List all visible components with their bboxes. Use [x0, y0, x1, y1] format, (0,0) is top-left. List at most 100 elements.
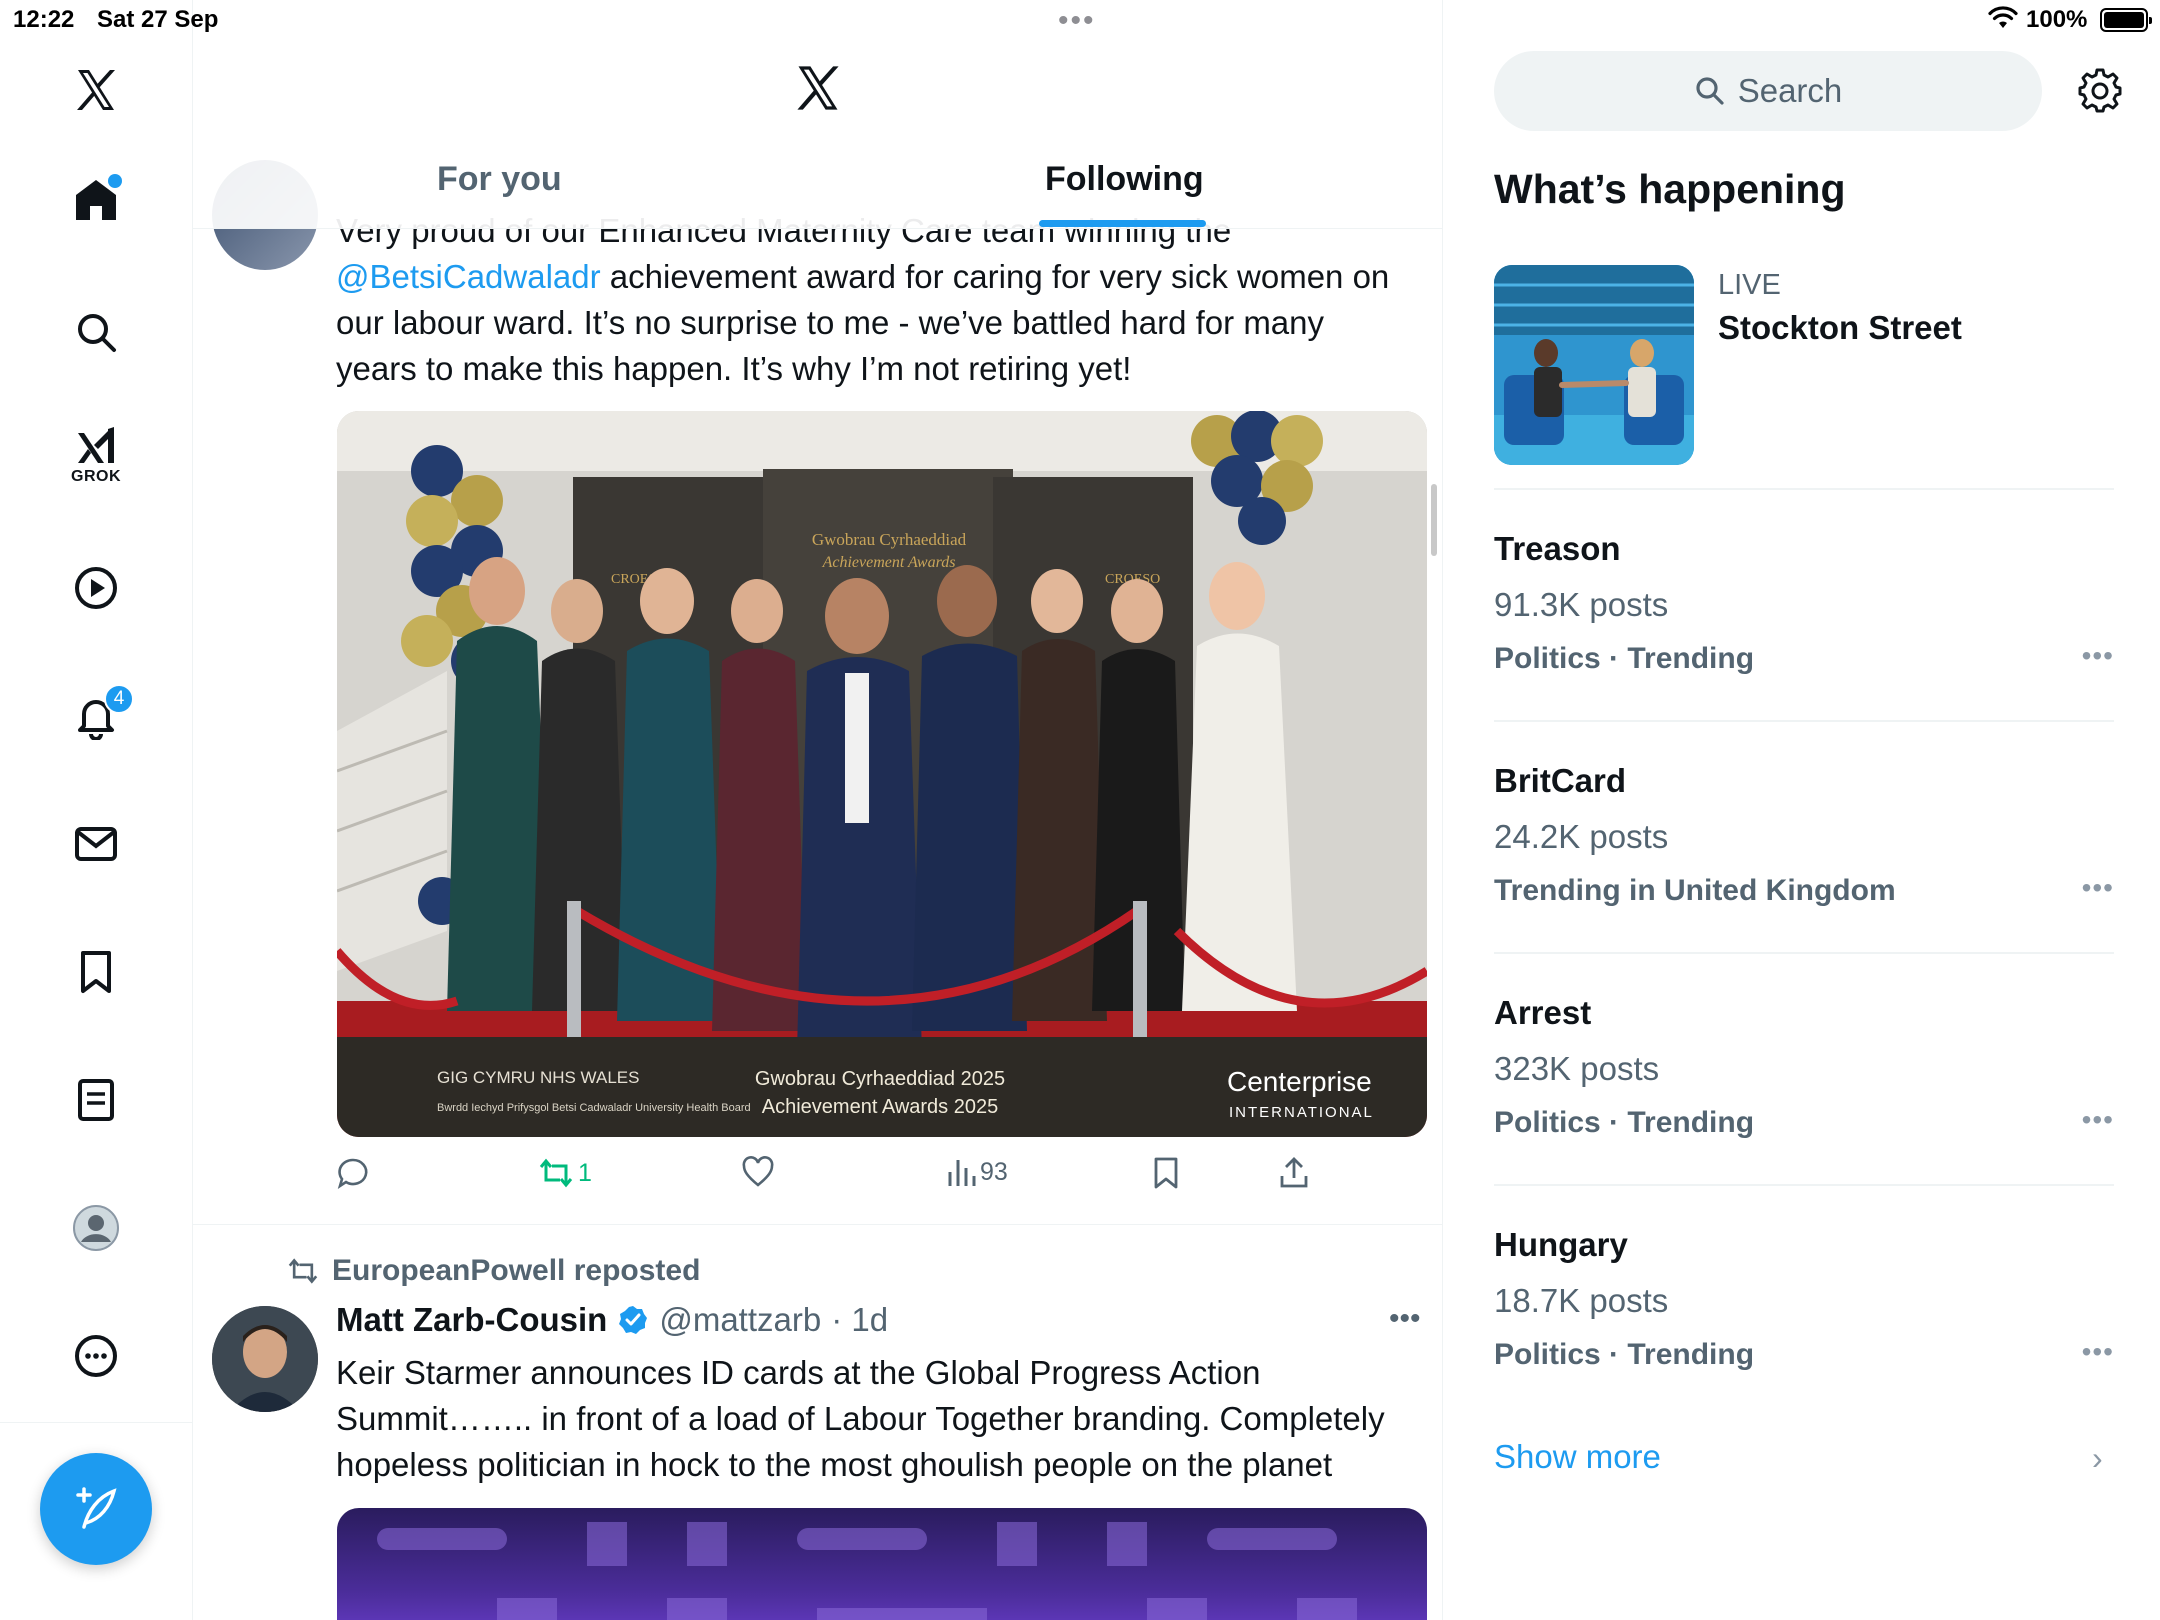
- settings-gear-icon[interactable]: [2076, 66, 2124, 114]
- verified-badge-icon: [619, 1306, 648, 1334]
- post-text-line: Keir Starmer announces ID cards at the G…: [336, 1354, 1261, 1391]
- live-event-card[interactable]: LIVE Stockton Street: [1494, 265, 2144, 465]
- messages-icon[interactable]: [56, 804, 136, 884]
- live-event-thumbnail: [1494, 265, 1694, 465]
- repost-icon: [288, 1258, 318, 1284]
- post-more-icon[interactable]: •••: [1389, 1302, 1421, 1336]
- post-text-line: Summit…….. in front of a load of Labour …: [336, 1400, 1385, 1437]
- reply-icon: [337, 1158, 368, 1190]
- trend-item[interactable]: BritCard 24.2K posts Trending in United …: [1494, 762, 2114, 952]
- heart-icon: [742, 1156, 774, 1187]
- trend-divider: [1494, 720, 2114, 722]
- whats-happening-heading: What’s happening: [1494, 166, 1846, 212]
- trend-more-icon[interactable]: •••: [2082, 1336, 2114, 1368]
- more-options-icon[interactable]: [56, 1316, 136, 1396]
- live-event-name: Stockton Street: [1718, 309, 1962, 346]
- post-author-line: Matt Zarb-Cousin @mattzarb · 1d: [336, 1301, 888, 1339]
- trend-item[interactable]: Treason 91.3K posts Politics · Trending …: [1494, 530, 2114, 720]
- mention-link[interactable]: @BetsiCadwaladr: [336, 258, 601, 295]
- battery-icon: [2100, 8, 2152, 32]
- reposted-by-label: EuropeanPowell reposted: [332, 1254, 701, 1287]
- author-name[interactable]: Matt Zarb-Cousin: [336, 1301, 607, 1339]
- post-actions: 1 93: [193, 1156, 1442, 1200]
- repost-indicator[interactable]: EuropeanPowell reposted: [286, 1254, 700, 1288]
- trend-context: Politics · Trending: [1494, 642, 1755, 675]
- post-divider: [193, 1224, 1442, 1225]
- x-logo-icon[interactable]: [56, 50, 136, 130]
- trend-item[interactable]: Arrest 323K posts Politics · Trending ••…: [1494, 994, 2114, 1184]
- bookmark-button[interactable]: [1151, 1156, 1181, 1190]
- tab-for-you[interactable]: For you: [437, 160, 562, 199]
- search-input[interactable]: Search: [1494, 51, 2042, 131]
- trend-name: Treason: [1494, 530, 1621, 567]
- trend-post-count: 91.3K posts: [1494, 586, 1669, 623]
- x-header-logo-icon[interactable]: [791, 62, 845, 114]
- bookmark-icon: [1154, 1157, 1178, 1189]
- show-more-link[interactable]: Show more: [1494, 1438, 1661, 1476]
- trend-context: Politics · Trending: [1494, 1338, 1755, 1371]
- trend-item[interactable]: Hungary 18.7K posts Politics · Trending …: [1494, 1226, 2114, 1416]
- trend-divider: [1494, 952, 2114, 954]
- scroll-indicator[interactable]: [1431, 484, 1437, 556]
- retweet-count: 1: [578, 1158, 592, 1187]
- trend-context: Trending in United Kingdom: [1494, 874, 1896, 907]
- banner-title: Gwobrau Cyrhaeddiad: [812, 530, 967, 549]
- trend-more-icon[interactable]: •••: [2082, 872, 2114, 904]
- grok-icon: [78, 427, 114, 463]
- trend-name: Hungary: [1494, 1226, 1628, 1263]
- share-button[interactable]: [1278, 1156, 1310, 1190]
- trend-post-count: 24.2K posts: [1494, 818, 1669, 855]
- views-button[interactable]: 93: [946, 1156, 1008, 1188]
- wifi-icon: [1988, 6, 2018, 28]
- post-author-avatar[interactable]: [212, 1306, 318, 1412]
- post-text-line: hopeless politician in hock to the most …: [336, 1446, 1333, 1483]
- trend-name: Arrest: [1494, 994, 1592, 1031]
- trend-more-icon[interactable]: •••: [2082, 1104, 2114, 1136]
- compose-post-button[interactable]: [40, 1453, 152, 1565]
- footer-sponsor: Centerprise: [1227, 1066, 1372, 1097]
- retweet-icon: [539, 1158, 573, 1188]
- status-time: 12:22: [13, 6, 75, 33]
- post-text-line: our labour ward. It’s no surprise to me …: [336, 304, 1325, 341]
- lists-icon[interactable]: [56, 1060, 136, 1140]
- like-button[interactable]: [741, 1156, 775, 1188]
- right-sidebar: Search What’s happening LIVE Stockton St…: [1444, 0, 2160, 1620]
- trend-divider: [1494, 488, 2114, 490]
- profile-avatar-icon[interactable]: [56, 1188, 136, 1268]
- footer-awards-line2: Achievement Awards 2025: [762, 1096, 998, 1118]
- status-date: Sat 27 Sep: [97, 6, 219, 33]
- grok-label: GROK: [71, 468, 121, 485]
- grok-nav-item[interactable]: GROK: [56, 418, 136, 498]
- post-text-line: years to make this happen. It’s why I’m …: [336, 350, 1132, 387]
- multitasking-dots-icon[interactable]: •••: [1058, 4, 1096, 38]
- trend-divider: [1494, 1184, 2114, 1186]
- views-icon: [948, 1160, 976, 1186]
- trend-context: Politics · Trending: [1494, 1106, 1755, 1139]
- post-time: · 1d: [831, 1301, 889, 1338]
- retweet-button[interactable]: 1: [538, 1156, 592, 1190]
- battery-percent: 100%: [2026, 6, 2088, 33]
- search-placeholder: Search: [1737, 72, 1843, 109]
- status-bar: 12:22 Sat 27 Sep ••• 100%: [0, 0, 2160, 40]
- trend-post-count: 18.7K posts: [1494, 1282, 1669, 1319]
- active-tab-indicator: [1039, 220, 1206, 227]
- post-image[interactable]: Gwobrau Cyrhaeddiad Achievement Awards C…: [337, 411, 1427, 1137]
- search-nav-icon[interactable]: [56, 292, 136, 372]
- chevron-right-icon[interactable]: ›: [2092, 1440, 2103, 1477]
- live-tag: LIVE: [1718, 269, 1781, 301]
- video-icon[interactable]: [56, 548, 136, 628]
- trend-name: BritCard: [1494, 762, 1627, 799]
- post-image[interactable]: [337, 1508, 1427, 1620]
- post-text-line: @BetsiCadwaladr achievement award for ca…: [336, 258, 1390, 295]
- bookmarks-icon[interactable]: [56, 932, 136, 1012]
- footer-nhs-text: GIG CYMRU NHS WALES: [437, 1068, 639, 1087]
- timeline: Very proud of our Enhanced Maternity Car…: [193, 0, 1443, 1620]
- author-handle[interactable]: @mattzarb: [659, 1301, 821, 1339]
- home-icon[interactable]: [56, 160, 136, 240]
- notifications-badge: 4: [104, 684, 134, 714]
- notifications-icon[interactable]: 4: [56, 676, 136, 756]
- reply-button[interactable]: [336, 1156, 370, 1190]
- trend-more-icon[interactable]: •••: [2082, 640, 2114, 672]
- tab-following[interactable]: Following: [1045, 160, 1204, 199]
- footer-board-text: Bwrdd Iechyd Prifysgol Betsi Cadwaladr U…: [437, 1102, 751, 1114]
